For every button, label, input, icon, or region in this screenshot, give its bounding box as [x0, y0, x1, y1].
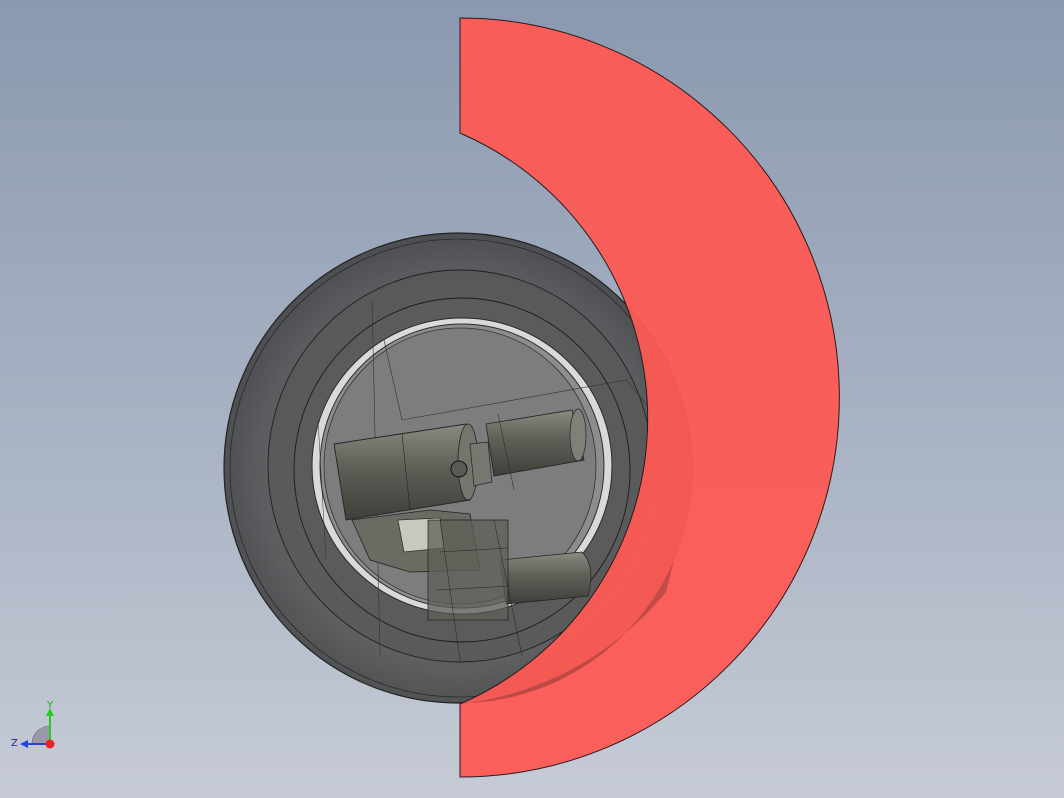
z-axis-label: Z	[11, 738, 18, 749]
model-scene[interactable]	[0, 0, 1064, 798]
shaft-end	[569, 408, 587, 462]
shaft-neck	[469, 441, 493, 487]
z-axis-arrowhead	[20, 740, 28, 748]
cad-viewport[interactable]: Y Z	[0, 0, 1064, 798]
axis-triad: Y Z	[11, 700, 55, 749]
bracket	[427, 519, 509, 621]
lower-roller	[499, 551, 592, 605]
x-axis-point	[45, 739, 55, 749]
y-axis-label: Y	[46, 700, 54, 711]
bolt-hole	[450, 460, 468, 478]
